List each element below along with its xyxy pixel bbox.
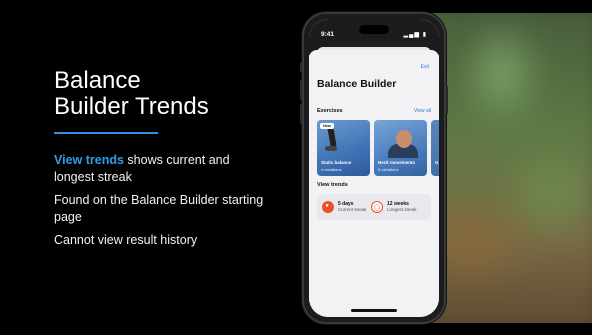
title-underline	[54, 132, 158, 134]
bullet-highlight: View trends	[54, 153, 124, 167]
bullet-list: View trends shows current and longest st…	[54, 152, 264, 255]
view-trends-heading: View trends	[317, 182, 348, 188]
app-title: Balance Builder	[317, 78, 397, 90]
phone-mute-switch	[300, 62, 302, 72]
current-streak-label: Current streak	[338, 207, 367, 212]
signal-wifi-battery-icon: ▂▄▆ ▮	[403, 32, 427, 38]
bullet-history: Cannot view result history	[54, 233, 198, 247]
home-indicator[interactable]	[351, 309, 397, 312]
phone-power-button	[446, 86, 448, 114]
phone-volume-down	[300, 104, 302, 124]
exercise-card-title: G	[435, 160, 439, 165]
exercise-card-subtitle: 6 variations	[378, 167, 399, 172]
exercises-heading: Exercises	[317, 108, 343, 114]
exit-button[interactable]: Exit	[421, 64, 429, 70]
view-all-link[interactable]: View all	[414, 108, 431, 114]
exercise-card-partial[interactable]: G	[431, 120, 439, 176]
slide-title-line-2: Builder Trends	[54, 93, 209, 120]
dynamic-island	[359, 25, 389, 34]
flame-icon: ●	[322, 201, 334, 213]
slide-title: Balance Builder Trends	[54, 68, 209, 120]
trophy-icon: ◯	[371, 201, 383, 213]
slide-text-panel: Balance Builder Trends View trends shows…	[54, 0, 284, 335]
new-badge: New	[320, 123, 334, 129]
exercise-carousel[interactable]: New Static balance 4 variations Neck mov…	[317, 120, 439, 176]
slide-title-line-1: Balance	[54, 67, 141, 94]
phone-volume-up	[300, 80, 302, 100]
exercise-card-neck-movements[interactable]: Neck movements 6 variations	[374, 120, 427, 176]
foot-illustration	[325, 146, 337, 151]
exercise-card-title: Static balance	[321, 160, 352, 165]
legs-illustration	[327, 125, 337, 149]
phone-screen: 9:41 ▂▄▆ ▮ Exit Balance Builder Exercise…	[309, 19, 439, 317]
phone-mockup: 9:41 ▂▄▆ ▮ Exit Balance Builder Exercise…	[300, 12, 448, 324]
balance-builder-sheet: Exit Balance Builder Exercises View all …	[309, 50, 439, 317]
longest-streak-label: Longest streak	[387, 207, 417, 212]
exercise-card-title: Neck movements	[378, 160, 416, 165]
bullet-view-trends: View trends shows current and longest st…	[54, 152, 264, 186]
trends-card[interactable]: ● 5 days Current streak ◯ 12 weeks Longe…	[317, 194, 431, 220]
head-illustration	[396, 130, 412, 148]
exercise-card-subtitle: 4 variations	[321, 167, 342, 172]
status-time: 9:41	[321, 31, 335, 38]
exercise-card-static-balance[interactable]: New Static balance 4 variations	[317, 120, 370, 176]
bullet-location: Found on the Balance Builder starting pa…	[54, 193, 264, 224]
